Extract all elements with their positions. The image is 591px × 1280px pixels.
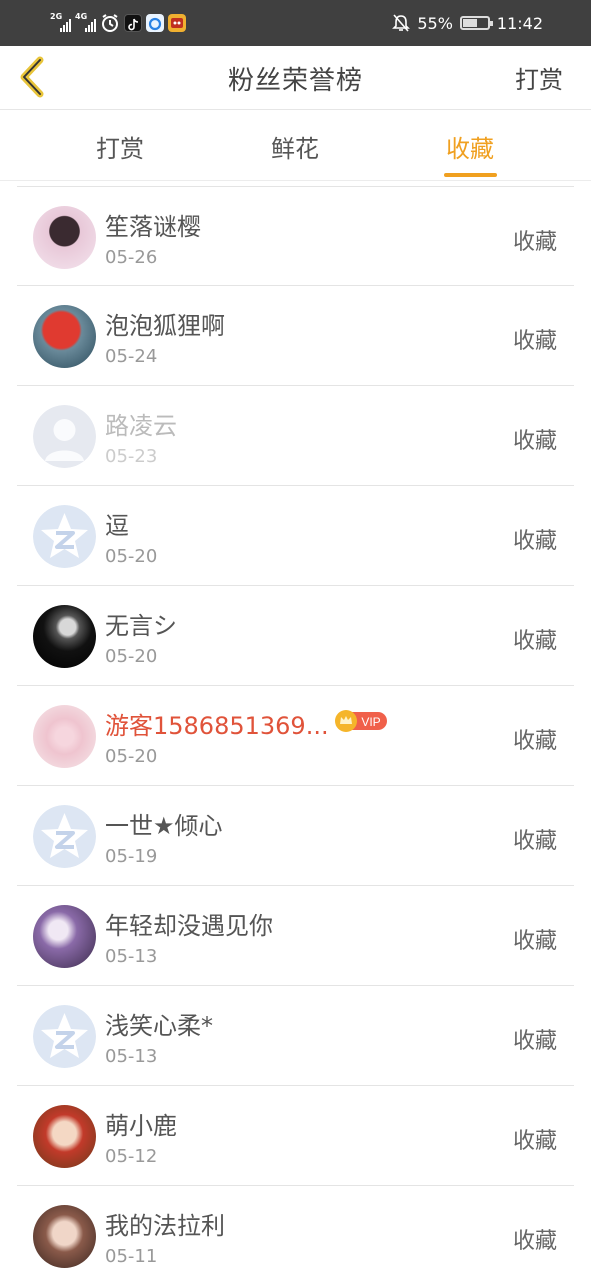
avatar [33, 206, 96, 269]
tiktok-icon [124, 14, 142, 32]
action-label: 收藏 [512, 729, 557, 754]
vip-badge: VIP [335, 710, 387, 732]
action-label: 收藏 [512, 1029, 557, 1054]
action-label: 收藏 [512, 629, 557, 654]
signal-icon: 4G [75, 12, 96, 32]
default-person-avatar-icon [33, 405, 96, 468]
list-item[interactable]: 泡泡狐狸啊 05-24 收藏 [17, 286, 574, 386]
signal-icon: 2G [50, 12, 71, 32]
fan-list: 笙落谜樱 05-26 收藏 泡泡狐狸啊 05-24 收藏 路凌云 05-23 收… [0, 186, 591, 1280]
user-name: 萌小鹿 [105, 1112, 177, 1140]
user-name: 路凌云 [105, 412, 177, 440]
user-name: 年轻却没遇见你 [105, 912, 273, 940]
header: 粉丝荣誉榜 打赏 [0, 46, 591, 110]
game-icon [168, 14, 186, 32]
user-name: 无言シ [105, 612, 177, 640]
user-name: 我的法拉利 [105, 1212, 225, 1240]
date: 05-23 [105, 446, 158, 467]
user-name: 一世★倾心 [105, 812, 223, 840]
list-item[interactable]: 一世★倾心 05-19 收藏 [17, 786, 574, 886]
list-item[interactable]: 萌小鹿 05-12 收藏 [17, 1086, 574, 1186]
default-z-avatar-icon [33, 505, 96, 568]
avatar [33, 305, 96, 368]
tab-favorites[interactable]: 收藏 [410, 129, 530, 164]
action-label: 收藏 [512, 1229, 557, 1254]
action-label: 收藏 [512, 529, 557, 554]
list-item[interactable]: 笙落谜樱 05-26 收藏 [17, 186, 574, 286]
date: 05-19 [105, 846, 158, 867]
default-z-avatar-icon [33, 1005, 96, 1068]
action-label: 收藏 [512, 929, 557, 954]
action-label: 收藏 [512, 1129, 557, 1154]
active-tab-indicator [444, 173, 497, 177]
avatar [33, 905, 96, 968]
date: 05-20 [105, 546, 158, 567]
user-name: 逗 [105, 512, 129, 540]
date: 05-11 [105, 1246, 158, 1267]
date: 05-26 [105, 247, 158, 268]
action-label: 收藏 [512, 329, 557, 354]
action-label: 收藏 [512, 230, 557, 255]
user-name: 泡泡狐狸啊 [105, 312, 225, 340]
app-icon [146, 14, 164, 32]
status-right: 55% 11:42 [392, 10, 543, 36]
alarm-icon [102, 14, 118, 32]
date: 05-24 [105, 346, 158, 367]
battery-icon [459, 16, 493, 30]
reward-button[interactable]: 打赏 [515, 60, 563, 95]
avatar [33, 1205, 96, 1268]
action-label: 收藏 [512, 429, 557, 454]
tab-flowers[interactable]: 鲜花 [235, 129, 355, 164]
page-title: 粉丝荣誉榜 [227, 66, 363, 96]
user-name: 浅笑心柔* [105, 1012, 213, 1040]
default-z-avatar-icon [33, 805, 96, 868]
list-item[interactable]: 无言シ 05-20 收藏 [17, 586, 574, 686]
tab-bar: 打赏 鲜花 收藏 [0, 111, 591, 181]
date: 05-13 [105, 1046, 158, 1067]
date: 05-20 [105, 746, 158, 767]
avatar [33, 705, 96, 768]
list-item[interactable]: 路凌云 05-23 收藏 [17, 386, 574, 486]
list-item[interactable]: 浅笑心柔* 05-13 收藏 [17, 986, 574, 1086]
date: 05-20 [105, 646, 158, 667]
signal-type-1: 2G [50, 12, 63, 21]
battery-percent: 55% [417, 13, 453, 33]
mute-icon [392, 14, 411, 32]
vip-badge-label: VIP [361, 715, 380, 729]
clock: 11:42 [496, 13, 543, 33]
avatar [33, 1105, 96, 1168]
list-item[interactable]: 游客1586851369... VIP 05-20 收藏 [17, 686, 574, 786]
list-item[interactable]: 我的法拉利 05-11 收藏 [17, 1186, 574, 1280]
signal-type-2: 4G [75, 12, 88, 21]
status-left: 2G 4G [50, 10, 186, 36]
list-item[interactable]: 年轻却没遇见你 05-13 收藏 [17, 886, 574, 986]
user-name: 笙落谜樱 [105, 213, 201, 241]
status-bar: 2G 4G 55% 11:42 [0, 0, 591, 46]
date: 05-13 [105, 946, 158, 967]
user-name: 游客1586851369... [105, 712, 329, 740]
date: 05-12 [105, 1146, 158, 1167]
action-label: 收藏 [512, 829, 557, 854]
avatar [33, 605, 96, 668]
list-item[interactable]: 逗 05-20 收藏 [17, 486, 574, 586]
tab-reward[interactable]: 打赏 [60, 129, 180, 164]
